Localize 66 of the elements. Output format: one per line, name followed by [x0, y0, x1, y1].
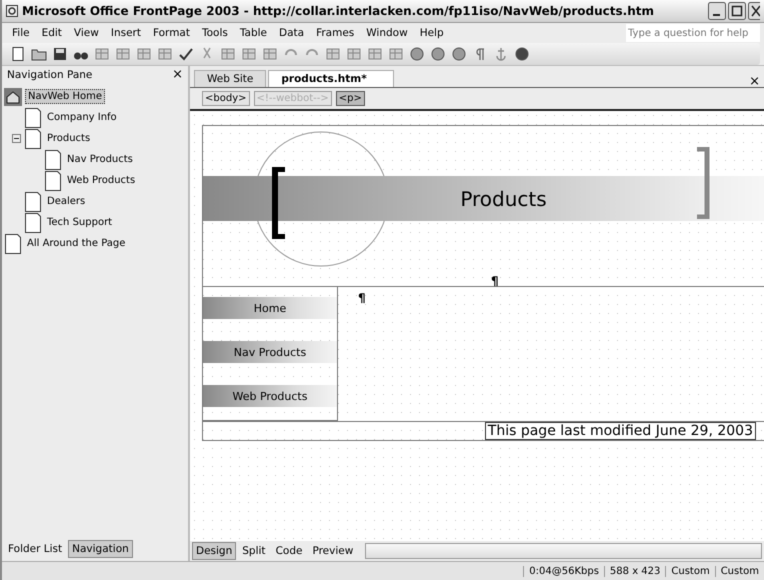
tree-item[interactable]: Company Info: [45, 111, 119, 124]
nav-bar-button[interactable]: Web Products: [203, 385, 337, 407]
page-icon: [24, 108, 42, 128]
horizontal-scrollbar[interactable]: [365, 543, 762, 559]
pane-tab[interactable]: Navigation: [68, 540, 133, 558]
collapse-toggle-icon[interactable]: [12, 134, 21, 143]
tree-item[interactable]: All Around the Page: [25, 237, 128, 250]
nav-bar-button[interactable]: Nav Products: [203, 341, 337, 363]
tag-chip[interactable]: <body>: [202, 91, 250, 106]
page-icon: [4, 234, 22, 254]
page-icon: [24, 192, 42, 212]
menu-item[interactable]: Frames: [310, 27, 360, 39]
paragraph-mark: ¶: [491, 274, 499, 288]
page-icon: [44, 150, 62, 170]
close-button[interactable]: ×: [172, 69, 183, 81]
tree-item[interactable]: Tech Support: [45, 216, 114, 229]
paragraph-mark: ¶: [358, 291, 366, 307]
menu-item[interactable]: Table: [234, 27, 274, 39]
tree-item[interactable]: NavWeb Home: [25, 89, 106, 104]
minimize-button[interactable]: [708, 2, 726, 20]
menu-item[interactable]: File: [6, 27, 36, 39]
view-tab[interactable]: Design: [192, 542, 236, 560]
view-tab[interactable]: Code: [272, 542, 306, 560]
grid-icon[interactable]: [346, 46, 362, 62]
menu-item[interactable]: Data: [273, 27, 310, 39]
menu-item[interactable]: Tools: [196, 27, 234, 39]
menu-item[interactable]: Window: [360, 27, 414, 39]
tree-item[interactable]: Nav Products: [65, 153, 135, 166]
status-cell: Custom: [665, 566, 715, 576]
nav-bar-button[interactable]: Home: [203, 297, 337, 319]
save-icon[interactable]: [52, 46, 68, 62]
app-icon: [6, 5, 18, 17]
menu-item[interactable]: View: [68, 27, 105, 39]
close-button[interactable]: ×: [749, 76, 760, 87]
status-cell: 588 x 423: [604, 566, 666, 576]
status-cell: Custom: [714, 566, 764, 576]
window-title: Microsoft Office FrontPage 2003 - http://collar.interlacken.com/fp11iso/NavWeb/products.htm: [22, 4, 654, 18]
page-icon: [44, 170, 62, 190]
menu-item[interactable]: Format: [146, 27, 196, 39]
footer-text: This page last modified June 29, 2003: [484, 422, 756, 440]
pane-tab[interactable]: Folder List: [4, 540, 66, 558]
menu-item[interactable]: Help: [414, 27, 450, 39]
document-tab[interactable]: products.htm*: [268, 70, 394, 87]
tag-chip[interactable]: <p>: [336, 91, 365, 106]
bracket-drawing: [697, 147, 711, 219]
page-icon: [24, 128, 42, 148]
tree-item[interactable]: Web Products: [65, 174, 138, 187]
view-tab[interactable]: Preview: [308, 542, 358, 560]
close-button[interactable]: [748, 2, 760, 20]
home-icon: [4, 88, 22, 106]
view-tab[interactable]: Split: [238, 542, 270, 560]
spelling-icon[interactable]: [178, 46, 194, 62]
new-page-icon[interactable]: [10, 46, 26, 62]
menu-item[interactable]: Insert: [104, 27, 147, 39]
menu-item[interactable]: Edit: [36, 27, 68, 39]
bracket-drawing: [271, 167, 285, 239]
document-tab[interactable]: Web Site: [194, 70, 266, 87]
status-cell: 0:04@56Kbps: [523, 566, 604, 576]
page-icon: [24, 212, 42, 232]
tree-item[interactable]: Products: [45, 132, 92, 145]
table-icon[interactable]: [115, 46, 131, 62]
pane-title: Navigation Pane: [7, 69, 92, 81]
maximize-button[interactable]: [728, 2, 746, 20]
tree-item[interactable]: Dealers: [45, 195, 88, 208]
help-field[interactable]: Type a question for help: [626, 24, 760, 42]
banner-title: Products: [460, 186, 547, 210]
